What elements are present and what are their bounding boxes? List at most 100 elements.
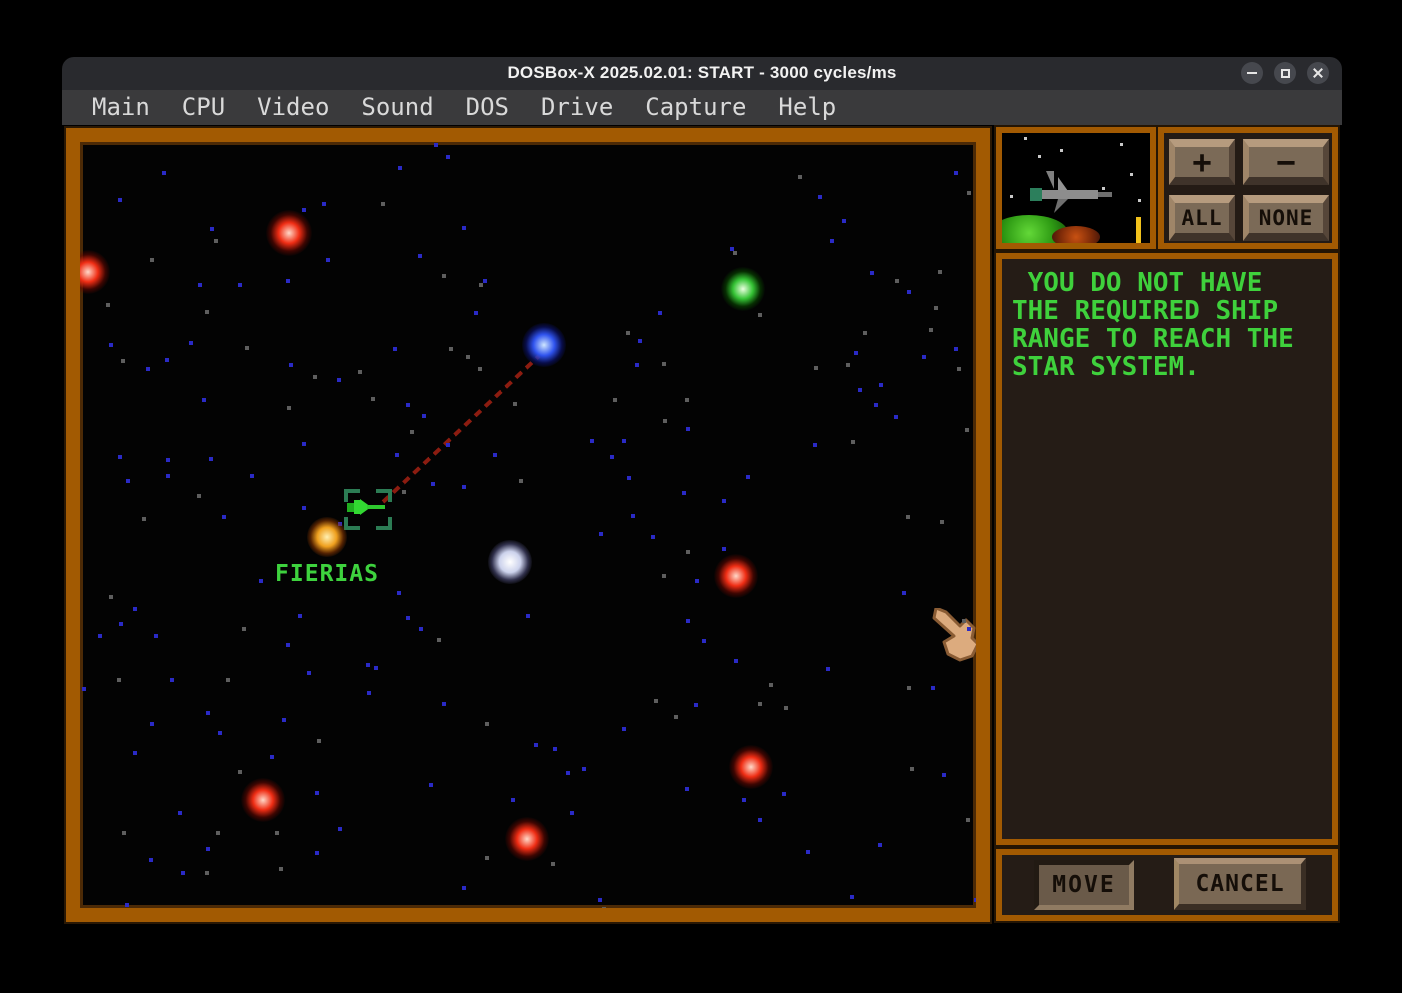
menu-item-main[interactable]: Main: [76, 90, 166, 125]
background-star: [627, 476, 631, 480]
background-star: [218, 731, 222, 735]
maximize-icon[interactable]: [1274, 62, 1296, 84]
background-star: [366, 663, 370, 667]
background-star: [126, 479, 130, 483]
background-star: [682, 491, 686, 495]
background-star: [395, 453, 399, 457]
background-star: [814, 366, 818, 370]
none-button[interactable]: NONE: [1243, 195, 1329, 241]
background-star: [98, 634, 102, 638]
background-star: [238, 283, 242, 287]
background-star: [181, 871, 185, 875]
background-star: [442, 702, 446, 706]
background-star: [337, 378, 341, 382]
background-star: [806, 850, 810, 854]
background-star: [466, 355, 470, 359]
minimap-star: [1102, 187, 1105, 190]
minimap-star: [1010, 195, 1013, 198]
background-star: [895, 279, 899, 283]
background-star: [205, 310, 209, 314]
background-star: [929, 328, 933, 332]
star-green[interactable]: [721, 267, 765, 311]
menu-item-dos[interactable]: DOS: [450, 90, 525, 125]
background-star: [940, 520, 944, 524]
background-star: [479, 283, 483, 287]
background-star: [431, 482, 435, 486]
background-star: [485, 856, 489, 860]
background-star: [410, 430, 414, 434]
background-star: [967, 627, 971, 631]
menu-item-capture[interactable]: Capture: [629, 90, 762, 125]
menu-item-video[interactable]: Video: [241, 90, 345, 125]
background-star: [109, 343, 113, 347]
game-screen: FIERIAS: [62, 125, 1342, 925]
background-star: [302, 208, 306, 212]
star-red[interactable]: [80, 250, 110, 294]
all-button[interactable]: ALL: [1169, 195, 1235, 241]
background-star: [117, 678, 121, 682]
star-red[interactable]: [729, 745, 773, 789]
background-star: [374, 666, 378, 670]
minimap-star: [1060, 149, 1063, 152]
star-orange[interactable]: [307, 517, 347, 557]
background-star: [446, 155, 450, 159]
move-button[interactable]: MOVE: [1034, 860, 1134, 910]
background-star: [474, 311, 478, 315]
background-star: [483, 279, 487, 283]
background-star: [250, 474, 254, 478]
dosbox-window: DOSBox-X 2025.02.01: START - 3000 cycles…: [62, 57, 1342, 925]
star-white[interactable]: [488, 540, 532, 584]
background-star: [121, 359, 125, 363]
background-star: [602, 907, 606, 908]
player-ship-icon[interactable]: [347, 498, 387, 516]
star-blue[interactable]: [522, 323, 566, 367]
menu-item-help[interactable]: Help: [762, 90, 852, 125]
background-star: [322, 202, 326, 206]
star-red[interactable]: [714, 554, 758, 598]
background-star: [154, 634, 158, 638]
background-star: [406, 403, 410, 407]
background-star: [954, 347, 958, 351]
menu-item-drive[interactable]: Drive: [525, 90, 629, 125]
background-star: [287, 406, 291, 410]
background-star: [758, 818, 762, 822]
background-star: [437, 638, 441, 642]
titlebar[interactable]: DOSBox-X 2025.02.01: START - 3000 cycles…: [62, 57, 1342, 90]
cancel-button[interactable]: CANCEL: [1174, 858, 1306, 910]
minus-button[interactable]: −: [1243, 139, 1329, 185]
background-star: [635, 363, 639, 367]
hand-cursor-icon: [932, 608, 976, 670]
background-star: [302, 506, 306, 510]
starfield[interactable]: FIERIAS: [80, 142, 976, 908]
background-star: [526, 614, 530, 618]
minimap-star: [1038, 155, 1041, 158]
background-star: [371, 397, 375, 401]
minimap-flame-icon: [1052, 226, 1100, 243]
minimap-fuel-gauge: [1136, 217, 1141, 243]
background-star: [150, 722, 154, 726]
star-system-label: FIERIAS: [275, 561, 379, 587]
plus-button[interactable]: +: [1169, 139, 1235, 185]
background-star: [434, 143, 438, 147]
background-star: [298, 614, 302, 618]
star-red[interactable]: [266, 210, 312, 256]
background-star: [942, 773, 946, 777]
minimize-icon[interactable]: [1241, 62, 1263, 84]
menu-item-cpu[interactable]: CPU: [166, 90, 241, 125]
background-star: [954, 171, 958, 175]
menu-item-sound[interactable]: Sound: [345, 90, 449, 125]
background-star: [259, 579, 263, 583]
background-star: [275, 831, 279, 835]
background-star: [209, 457, 213, 461]
close-icon[interactable]: [1307, 62, 1329, 84]
background-star: [142, 517, 146, 521]
starmap-frame: FIERIAS: [66, 128, 990, 922]
background-star: [326, 258, 330, 262]
star-red[interactable]: [505, 817, 549, 861]
background-star: [402, 490, 406, 494]
background-star: [962, 619, 966, 623]
background-star: [165, 358, 169, 362]
background-star: [313, 375, 317, 379]
background-star: [150, 258, 154, 262]
star-red[interactable]: [241, 778, 285, 822]
